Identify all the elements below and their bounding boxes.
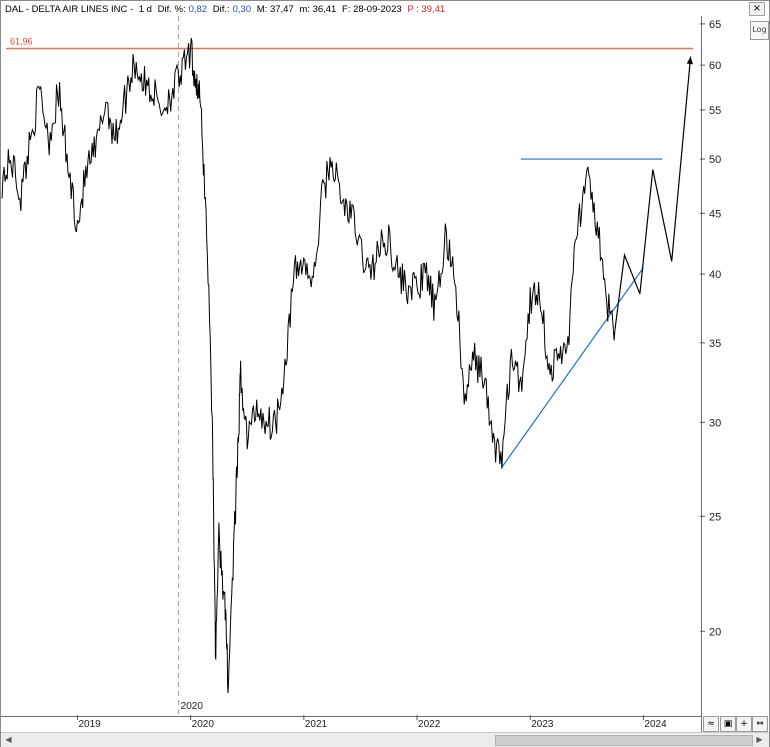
x-tick-label: 2019: [78, 719, 101, 730]
y-tick-label: 25: [709, 511, 721, 523]
y-tick-label: 40: [709, 269, 721, 281]
y-tick-label: 50: [709, 154, 721, 166]
y-tick-label: 60: [709, 60, 721, 72]
x-tick-label: 2024: [644, 719, 667, 730]
y-tick-label: 35: [709, 338, 721, 350]
y-tick-label: 45: [709, 208, 721, 220]
x-tick-label: 2021: [305, 719, 328, 730]
y-tick-label: 30: [709, 417, 721, 429]
resistance-label: 61,96: [10, 37, 33, 47]
price-series-line: [1, 38, 616, 694]
projection-arrowhead: [686, 56, 693, 65]
y-tick-label: 65: [709, 19, 721, 31]
x-tick-label: 2023: [531, 719, 554, 730]
year-marker-label: 2020: [181, 701, 204, 712]
projection-line: [614, 56, 692, 329]
x-tick-label: 2020: [192, 719, 215, 730]
y-tick-label: 55: [709, 105, 721, 117]
x-tick-label: 2022: [418, 719, 441, 730]
price-chart: 20 25 30 35 40 45 50 55 60 65 2019 2020 2021 2022 2023…: [1, 16, 721, 730]
y-tick-label: 20: [709, 626, 721, 638]
